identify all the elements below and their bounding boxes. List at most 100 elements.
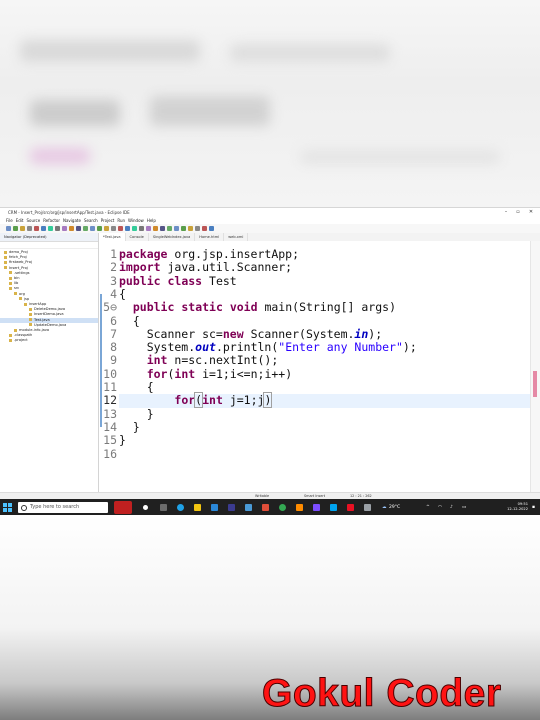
toolbar-button-icon[interactable]	[34, 226, 39, 231]
menu-help[interactable]: Help	[147, 218, 156, 223]
menu-refactor[interactable]: Refactor	[43, 218, 60, 223]
toolbar-button-icon[interactable]	[27, 226, 32, 231]
menu-navigate[interactable]: Navigate	[63, 218, 81, 223]
task-view-icon[interactable]	[143, 505, 148, 510]
toolbar-button-icon[interactable]	[48, 226, 53, 231]
line-number: 13	[103, 406, 117, 421]
widgets-icon[interactable]	[160, 504, 167, 511]
close-icon[interactable]: ✕	[525, 208, 537, 217]
toolbar-button-icon[interactable]	[104, 226, 109, 231]
news-widget-icon[interactable]	[114, 501, 132, 514]
toolbar-button-icon[interactable]	[13, 226, 18, 231]
search-placeholder: Type here to search	[30, 504, 80, 510]
tab-test-java[interactable]: *Test.java	[99, 233, 126, 241]
clock-date: 12-12-2022	[507, 507, 528, 511]
overview-ruler[interactable]	[530, 241, 540, 492]
line-number: 11	[103, 380, 117, 394]
mail-icon[interactable]	[245, 504, 252, 511]
toolbar-button-icon[interactable]	[6, 226, 11, 231]
toolbar-button-icon[interactable]	[55, 226, 60, 231]
windows-start-icon[interactable]	[3, 503, 12, 512]
toolbar-button-icon[interactable]	[132, 226, 137, 231]
tab-singlewebindex[interactable]: SingleWebIndex.java	[149, 233, 196, 241]
toolbar-button-icon[interactable]	[209, 226, 214, 231]
toolbar-button-icon[interactable]	[202, 226, 207, 231]
line-number: 15	[103, 433, 117, 448]
app-icon-gray[interactable]	[364, 504, 371, 511]
tab-home-html[interactable]: Home.html	[195, 233, 225, 241]
menu-search[interactable]: Search	[84, 218, 98, 223]
toolbar-button-icon[interactable]	[181, 226, 186, 231]
navigator-item-label: .project	[14, 338, 28, 343]
navigator-item[interactable]: .project	[0, 338, 98, 343]
code-editor[interactable]: 1 2 3 4 5⊖ 6 7 8 9 10 11 12 13 14 15 16 package org.jsp…	[99, 241, 530, 492]
menu-bar: File Edit Source Refactor Navigate Search Proj…	[0, 217, 540, 224]
app-icon-purple[interactable]	[313, 504, 320, 511]
navigator-item-label: Test.java	[34, 317, 50, 322]
edge-icon[interactable]	[177, 504, 184, 511]
store-icon[interactable]	[211, 504, 218, 511]
window-title: CRM - Insert_Proj/src/org/jsp/insertApp/…	[8, 210, 130, 215]
toolbar-button-icon[interactable]	[195, 226, 200, 231]
folder-icon	[24, 302, 27, 306]
battery-icon[interactable]: ▭	[462, 499, 466, 516]
volume-icon[interactable]: ♪	[450, 499, 453, 516]
app-icon-blue[interactable]	[330, 504, 337, 511]
line-number: 3	[110, 273, 117, 288]
toolbar-button-icon[interactable]	[125, 226, 130, 231]
line-number: 6	[110, 313, 117, 328]
toolbar-button-icon[interactable]	[111, 226, 116, 231]
tray-chevron-icon[interactable]: ^	[426, 499, 430, 516]
menu-window[interactable]: Window	[128, 218, 144, 223]
toolbar-button-icon[interactable]	[188, 226, 193, 231]
file-explorer-icon[interactable]	[194, 504, 201, 511]
code-line-10: for(int i=1;i<=n;i++)	[146, 366, 293, 381]
minimize-icon[interactable]: –	[500, 208, 512, 217]
menu-source[interactable]: Source	[26, 218, 40, 223]
toolbar-button-icon[interactable]	[41, 226, 46, 231]
toolbar-button-icon[interactable]	[69, 226, 74, 231]
toolbar-button-icon[interactable]	[160, 226, 165, 231]
toolbar-button-icon[interactable]	[97, 226, 102, 231]
taskbar-search-input[interactable]: Type here to search	[18, 502, 108, 513]
notification-icon[interactable]: ▪	[532, 499, 535, 516]
toolbar-button-icon[interactable]	[90, 226, 95, 231]
menu-project[interactable]: Project	[101, 218, 115, 223]
code-line-14: }	[119, 419, 140, 434]
maximize-icon[interactable]: ▫	[512, 208, 524, 217]
toolbar-button-icon[interactable]	[76, 226, 81, 231]
taskbar-clock[interactable]: 09:51 12-12-2022	[507, 502, 528, 512]
toolbar-button-icon[interactable]	[20, 226, 25, 231]
toolbar-button-icon[interactable]	[167, 226, 172, 231]
navigator-item-label: jsp	[24, 296, 30, 301]
navigator-item-label: Insert_Proj	[9, 265, 28, 270]
channel-watermark: Gokul Coder	[262, 672, 502, 716]
folder-icon	[29, 318, 32, 322]
text-caret	[271, 394, 273, 406]
line-number: 2	[110, 260, 117, 275]
toolbar-button-icon[interactable]	[153, 226, 158, 231]
network-icon[interactable]: ◠	[438, 499, 442, 516]
java-icon[interactable]	[262, 504, 269, 511]
folder-icon	[29, 307, 32, 311]
folder-icon	[9, 276, 12, 280]
weather-temp[interactable]: 29°C	[389, 499, 400, 516]
toolbar-button-icon[interactable]	[139, 226, 144, 231]
navigator-item-label: fetch_Proj	[9, 255, 27, 260]
tab-console[interactable]: Console	[126, 233, 149, 241]
toolbar-button-icon[interactable]	[62, 226, 67, 231]
menu-file[interactable]: File	[6, 218, 13, 223]
toolbar-button-icon[interactable]	[118, 226, 123, 231]
tab-web-xml[interactable]: web.xml	[224, 233, 249, 241]
eclipse-taskbar-icon[interactable]	[228, 504, 235, 511]
menu-edit[interactable]: Edit	[16, 218, 24, 223]
toolbar-button-icon[interactable]	[83, 226, 88, 231]
menu-run[interactable]: Run	[117, 218, 125, 223]
toolbar-button-icon[interactable]	[174, 226, 179, 231]
chrome-icon[interactable]	[279, 504, 286, 511]
folder-icon	[14, 292, 17, 296]
app-icon-orange[interactable]	[296, 504, 303, 511]
toolbar-button-icon[interactable]	[146, 226, 151, 231]
navigator-toolbar	[0, 242, 98, 249]
record-app-icon[interactable]	[347, 504, 354, 511]
